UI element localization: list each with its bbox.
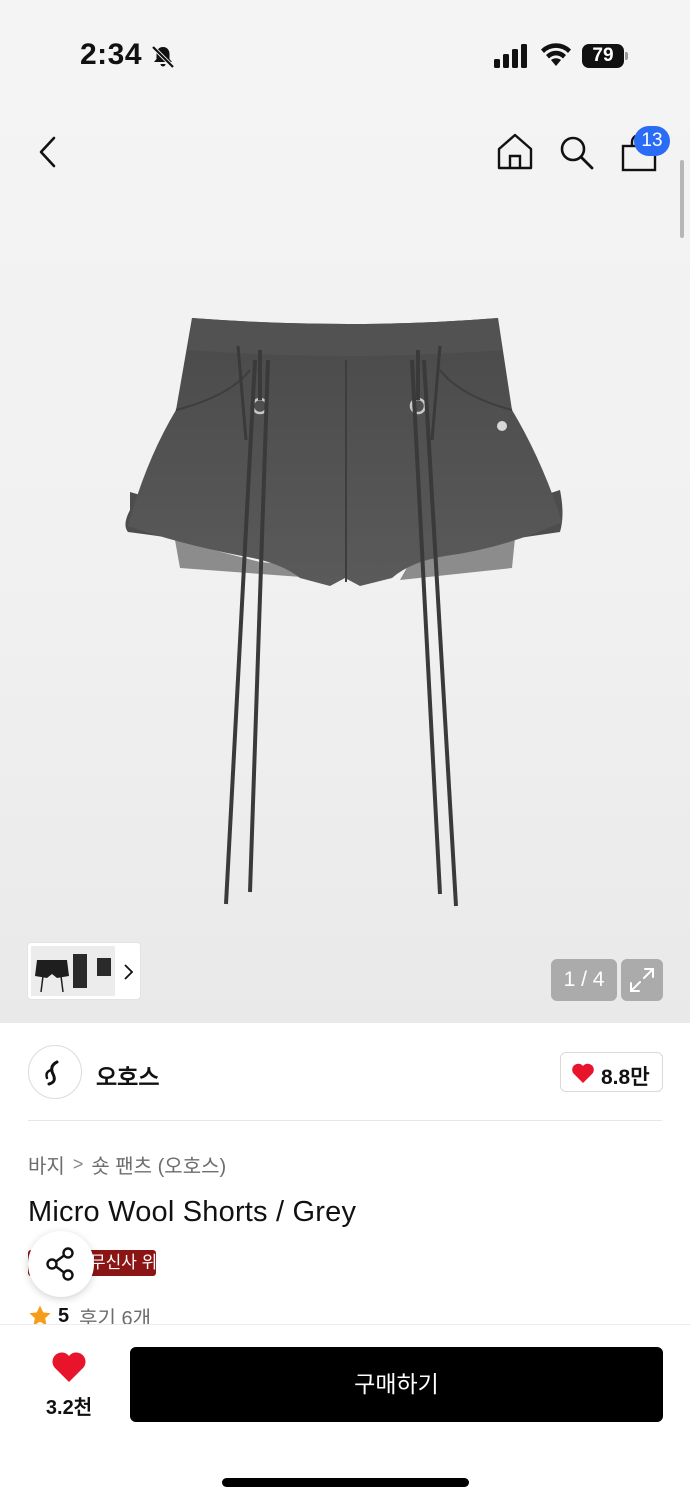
expand-icon xyxy=(630,968,654,992)
home-icon[interactable] xyxy=(494,130,536,172)
buy-button[interactable]: 구매하기 xyxy=(130,1347,663,1422)
brand-name[interactable]: 오호스 xyxy=(96,1058,159,1092)
brand-logo-icon xyxy=(45,1060,59,1086)
divider xyxy=(28,1120,662,1121)
thumbnail-strip[interactable] xyxy=(27,942,141,1000)
fullscreen-button[interactable] xyxy=(621,959,663,1001)
breadcrumb: 바지 > 숏 팬츠 (오호스) xyxy=(28,1150,226,1179)
breadcrumb-separator: > xyxy=(72,1154,84,1174)
bottom-action-bar: 3.2천 구매하기 xyxy=(0,1324,690,1500)
scrollbar[interactable] xyxy=(680,160,684,238)
product-title: Micro Wool Shorts / Grey xyxy=(28,1196,357,1228)
cart-count-badge: 13 xyxy=(634,126,670,156)
back-arrow-icon[interactable] xyxy=(28,130,68,174)
search-icon[interactable] xyxy=(556,132,596,172)
chevron-right-icon[interactable] xyxy=(121,959,135,985)
battery-cap xyxy=(625,52,628,60)
heart-icon xyxy=(572,1063,594,1083)
status-time: 2:34 xyxy=(80,38,143,71)
home-indicator[interactable] xyxy=(222,1478,469,1487)
wish-count: 3.2천 xyxy=(45,1397,93,1419)
thumbnail-image[interactable] xyxy=(31,946,115,996)
brand-logo[interactable] xyxy=(28,1045,82,1099)
brand-row: 오호스 8.8만 xyxy=(0,1040,690,1120)
breadcrumb-item-pants[interactable]: 바지 xyxy=(28,1150,65,1179)
cellular-signal-icon xyxy=(494,44,527,68)
brand-like-button[interactable]: 8.8만 xyxy=(560,1052,663,1092)
bell-slash-icon xyxy=(151,45,175,69)
image-page-counter: 1 / 4 xyxy=(551,959,617,1001)
brand-like-count: 8.8만 xyxy=(601,1066,650,1089)
battery-level: 79 xyxy=(582,44,624,68)
breadcrumb-item-shorts[interactable]: 숏 팬츠 (오호스) xyxy=(91,1150,226,1179)
product-image-area[interactable]: 2:34 79 13 1 / 4 xyxy=(0,0,690,1023)
product-photo[interactable] xyxy=(110,300,580,920)
status-bar: 2:34 79 xyxy=(0,0,690,110)
battery-indicator: 79 xyxy=(582,44,628,68)
share-button[interactable] xyxy=(28,1231,94,1297)
heart-icon[interactable] xyxy=(51,1351,87,1383)
wifi-icon xyxy=(541,43,571,66)
share-icon xyxy=(46,1247,74,1281)
